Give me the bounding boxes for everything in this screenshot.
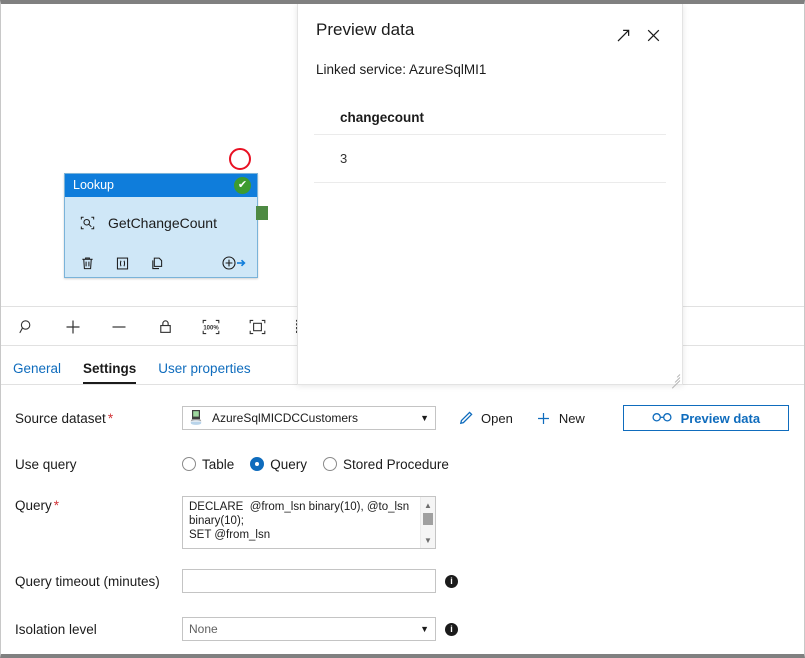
isolation-level-value: None — [189, 622, 218, 636]
zoom-in-icon[interactable] — [59, 313, 87, 341]
query-text-value: DECLARE @from_lsn binary(10), @to_lsn bi… — [189, 501, 410, 541]
settings-form: Source dataset * AzureSqlMICDCCustomers ▼ — [1, 386, 804, 654]
plus-icon — [535, 410, 552, 427]
preview-data-button-label: Preview data — [680, 410, 761, 426]
scroll-up-arrow-icon[interactable]: ▲ — [421, 498, 435, 512]
new-dataset-button[interactable]: New — [535, 410, 585, 427]
preview-table-column-header: changecount — [314, 110, 666, 135]
preview-linked-service-label: Linked service: AzureSqlMI1 — [316, 62, 487, 77]
query-label-text: Query — [15, 498, 52, 513]
query-textarea[interactable]: DECLARE @from_lsn binary(10), @to_lsn bi… — [182, 496, 436, 549]
sql-database-icon — [189, 409, 203, 428]
tab-user-properties[interactable]: User properties — [158, 361, 250, 384]
isolation-level-row: Isolation level None ▼ i — [1, 611, 804, 647]
expand-diagonal-arrow-icon[interactable] — [608, 20, 638, 50]
preview-data-button[interactable]: Preview data — [622, 405, 789, 431]
scrollbar-thumb[interactable] — [423, 513, 433, 525]
use-query-option-table[interactable]: Table — [182, 457, 234, 472]
pencil-icon — [458, 410, 474, 426]
use-query-option-query[interactable]: Query — [250, 457, 307, 472]
activity-success-status-icon: ✔ — [234, 177, 251, 194]
code-brackets-icon[interactable] — [114, 255, 131, 272]
required-asterisk: * — [53, 498, 60, 513]
isolation-level-info-icon[interactable]: i — [445, 622, 458, 636]
activity-node-toolbar — [65, 249, 257, 277]
lookup-activity-node[interactable]: Lookup ✔ GetChangeCount — [64, 173, 258, 278]
activity-node-header: Lookup ✔ — [65, 174, 257, 197]
trash-icon[interactable] — [79, 255, 96, 272]
glasses-icon — [652, 411, 672, 426]
preview-table-cell: 3 — [314, 135, 666, 183]
activity-node-body: GetChangeCount — [65, 197, 257, 249]
isolation-level-label: Isolation level — [15, 621, 97, 637]
isolation-level-dropdown[interactable]: None ▼ — [182, 617, 436, 641]
zoom-out-icon[interactable] — [105, 313, 133, 341]
source-dataset-label-text: Source dataset — [15, 410, 106, 426]
preview-data-panel: Preview data Linked service: AzureSqlMI1… — [297, 4, 683, 389]
new-dataset-label: New — [558, 410, 585, 426]
activity-type-label: Lookup — [73, 178, 115, 193]
use-query-label: Use query — [15, 456, 77, 472]
preview-panel-header: Preview data — [298, 4, 682, 50]
source-dataset-value: AzureSqlMICDCCustomers — [212, 411, 359, 425]
query-timeout-label: Query timeout (minutes) — [15, 573, 160, 589]
use-query-radio-group: Table Query Stored Procedure — [182, 457, 449, 472]
open-dataset-label: Open — [481, 410, 513, 426]
close-x-icon[interactable] — [638, 20, 668, 50]
green-success-output-handle[interactable] — [256, 206, 268, 220]
panel-resize-grip[interactable] — [668, 370, 681, 389]
copy-icon[interactable] — [149, 255, 166, 272]
pipeline-activity-editor: Lookup ✔ GetChangeCount 100% General Set… — [0, 0, 805, 658]
add-output-arrow-icon[interactable] — [221, 255, 247, 272]
source-dataset-row: Source dataset * AzureSqlMICDCCustomers ▼ — [1, 400, 804, 436]
use-query-option-query-label: Query — [270, 456, 308, 472]
query-label: Query * — [15, 496, 182, 513]
query-timeout-input[interactable] — [182, 569, 436, 593]
zoom-100-icon[interactable]: 100% — [197, 313, 225, 341]
scroll-down-arrow-icon[interactable]: ▼ — [421, 533, 435, 547]
preview-panel-title: Preview data — [316, 20, 415, 39]
open-dataset-button[interactable]: Open — [458, 410, 513, 426]
radio-stored-procedure[interactable] — [323, 457, 338, 471]
use-query-option-table-label: Table — [202, 456, 235, 472]
tab-settings[interactable]: Settings — [83, 361, 137, 384]
activity-name-label: GetChangeCount — [108, 215, 217, 231]
chevron-down-icon: ▼ — [420, 413, 429, 423]
use-query-row: Use query Table Query Stored Procedure — [1, 446, 804, 482]
source-dataset-label: Source dataset * — [15, 411, 182, 426]
red-circle-annotation — [229, 148, 251, 170]
lookup-magnifier-icon — [79, 215, 96, 232]
radio-table[interactable] — [182, 457, 196, 471]
query-timeout-row: Query timeout (minutes) i — [1, 563, 804, 599]
preview-data-table: changecount 3 — [314, 110, 666, 183]
chevron-down-icon: ▼ — [420, 624, 429, 634]
zoom-to-fit-icon[interactable] — [13, 313, 41, 341]
source-dataset-dropdown[interactable]: AzureSqlMICDCCustomers ▼ — [182, 406, 436, 430]
query-timeout-info-icon[interactable]: i — [445, 574, 458, 588]
use-query-option-stored-procedure[interactable]: Stored Procedure — [323, 457, 449, 472]
fit-to-screen-icon[interactable] — [243, 313, 271, 341]
tab-general[interactable]: General — [13, 361, 61, 384]
query-row: Query * DECLARE @from_lsn binary(10), @to… — [1, 496, 804, 549]
lock-icon[interactable] — [151, 313, 179, 341]
svg-text:100%: 100% — [203, 325, 219, 331]
radio-query[interactable] — [250, 457, 265, 471]
use-query-option-stored-procedure-label: Stored Procedure — [343, 456, 449, 472]
query-scrollbar[interactable]: ▲ ▼ — [420, 497, 435, 548]
required-asterisk: * — [107, 410, 114, 426]
